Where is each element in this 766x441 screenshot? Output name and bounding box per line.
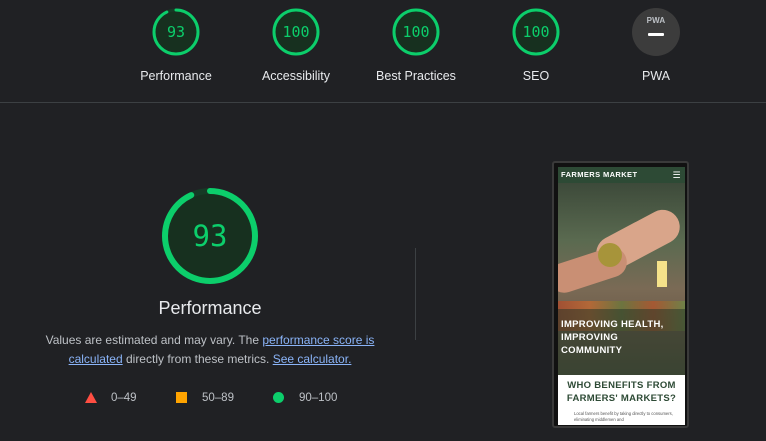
site-navbar: FARMERS MARKET ☰ <box>558 167 685 183</box>
gauge-label: SEO <box>522 69 550 83</box>
score-ring: 93 <box>151 7 201 57</box>
green-circle-icon <box>273 392 284 403</box>
gauge-label: PWA <box>641 69 670 83</box>
score-ring: 100 <box>391 7 441 57</box>
score-ring: 100 <box>271 7 321 57</box>
vertical-divider <box>415 248 416 340</box>
gauge-score: 93 <box>166 23 186 41</box>
performance-gauge-large: 93 <box>160 186 260 286</box>
legend-range: 50–89 <box>202 392 234 404</box>
score-ring: 100 <box>511 7 561 57</box>
gauge-label: Best Practices <box>376 69 456 83</box>
description-text: Values are estimated and may vary. The <box>45 333 263 347</box>
gauge-best-practices[interactable]: 100 Best Practices <box>366 0 466 83</box>
price-tag <box>657 261 667 287</box>
pwa-badge-icon: PWA <box>632 8 680 56</box>
gauge-score: 100 <box>402 23 430 41</box>
description-text: directly from these metrics. <box>122 352 273 366</box>
see-calculator-link[interactable]: See calculator. <box>273 352 352 366</box>
screenshot-page: FARMERS MARKET ☰ IMPROVING HEALTH, IMPRO… <box>558 167 685 425</box>
score-summary-row: 93 Performance 100 Accessibility 100 Bes… <box>0 0 766 103</box>
red-triangle-icon <box>85 392 97 403</box>
section-title: WHO BENEFITS FROM FARMERS' MARKETS? <box>566 380 677 404</box>
hero-image: IMPROVING HEALTH, IMPROVING COMMUNITY <box>558 183 685 375</box>
fruit-shape <box>598 243 622 267</box>
gauge-score: 100 <box>522 23 550 41</box>
orange-square-icon <box>176 392 187 403</box>
gauge-accessibility[interactable]: 100 Accessibility <box>246 0 346 83</box>
pwa-dash-icon <box>648 33 664 36</box>
pwa-badge-text: PWA <box>646 16 666 25</box>
performance-score: 93 <box>192 219 228 253</box>
gauge-seo[interactable]: 100 SEO <box>486 0 586 83</box>
gauge-score: 100 <box>282 23 310 41</box>
section-body: Local farmers benefit by taking directly… <box>574 411 673 422</box>
section-divider <box>0 102 766 103</box>
hamburger-menu-icon: ☰ <box>672 170 681 180</box>
final-screenshot[interactable]: FARMERS MARKET ☰ IMPROVING HEALTH, IMPRO… <box>552 161 689 428</box>
gauge-label: Performance <box>140 69 212 83</box>
gauge-pwa[interactable]: PWA PWA <box>606 0 706 83</box>
legend-range: 0–49 <box>111 392 137 404</box>
score-scale-legend: 0–49 50–89 90–100 <box>0 390 420 406</box>
score-description: Values are estimated and may vary. The p… <box>35 331 385 369</box>
hero-headline: IMPROVING HEALTH, IMPROVING COMMUNITY <box>561 319 664 356</box>
gauge-label: Accessibility <box>261 69 331 83</box>
site-brand: FARMERS MARKET <box>561 170 638 179</box>
gauge-performance[interactable]: 93 Performance <box>126 0 226 83</box>
category-title: Performance <box>158 298 262 318</box>
legend-range: 90–100 <box>299 392 338 404</box>
